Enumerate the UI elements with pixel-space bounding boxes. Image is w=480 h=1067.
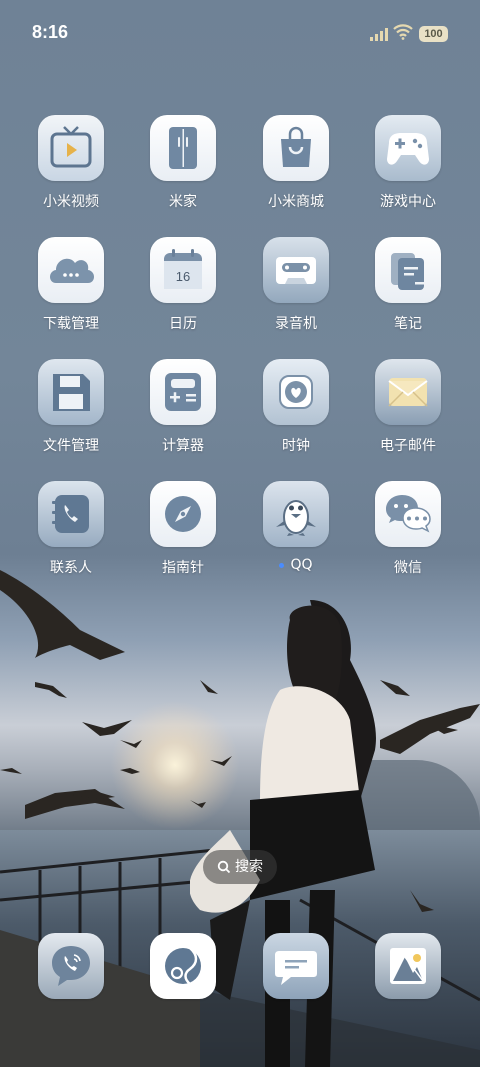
app-compass[interactable]: 指南针: [135, 481, 231, 577]
app-label: 录音机: [275, 316, 317, 332]
app-xiaomi-store[interactable]: 小米商城: [248, 115, 344, 211]
app-contacts[interactable]: 联系人: [23, 481, 119, 577]
compass-icon: [150, 481, 216, 547]
app-label: 米家: [169, 194, 197, 210]
notes-icon: [375, 237, 441, 303]
qq-penguin-icon: [263, 481, 329, 547]
app-label: 电子邮件: [380, 438, 436, 454]
app-qq[interactable]: QQ: [248, 481, 344, 573]
app-label: 文件管理: [43, 438, 99, 454]
app-label: 微信: [394, 560, 422, 576]
dock-messages[interactable]: [248, 933, 344, 999]
app-download-manager[interactable]: 下载管理: [23, 237, 119, 333]
battery-indicator: 100: [419, 26, 448, 42]
app-file-manager[interactable]: 文件管理: [23, 359, 119, 455]
contacts-icon: [38, 481, 104, 547]
dock-browser[interactable]: [135, 933, 231, 999]
cassette-icon: [263, 237, 329, 303]
app-game-center[interactable]: 游戏中心: [360, 115, 456, 211]
fridge-icon: [150, 115, 216, 181]
messages-icon: [263, 933, 329, 999]
new-notification-dot: [279, 562, 285, 568]
floppy-icon: [38, 359, 104, 425]
app-email[interactable]: 电子邮件: [360, 359, 456, 455]
app-clock[interactable]: 时钟: [248, 359, 344, 455]
clock-icon: [263, 359, 329, 425]
wechat-icon: [375, 481, 441, 547]
status-time: 8:16: [32, 22, 69, 42]
app-label: 日历: [169, 316, 197, 332]
app-label: 小米商城: [268, 194, 324, 210]
dock-gallery[interactable]: [360, 933, 456, 999]
search-icon: [217, 860, 231, 874]
app-label: 时钟: [282, 438, 310, 454]
browser-icon: [150, 933, 216, 999]
mail-icon: [375, 359, 441, 425]
calendar-day: 16: [176, 269, 190, 284]
app-notes[interactable]: 笔记: [360, 237, 456, 333]
phone-icon: [38, 933, 104, 999]
cloud-icon: [38, 237, 104, 303]
app-label: 联系人: [50, 560, 92, 576]
app-label: QQ: [248, 557, 344, 573]
app-recorder[interactable]: 录音机: [248, 237, 344, 333]
signal-icon: [370, 28, 388, 41]
app-label: 游戏中心: [380, 194, 436, 210]
app-xiaomi-video[interactable]: 小米视频: [23, 115, 119, 211]
app-label: 小米视频: [43, 194, 99, 210]
search-button[interactable]: 搜索: [203, 850, 277, 884]
app-label: 计算器: [162, 438, 204, 454]
dock-phone[interactable]: [23, 933, 119, 999]
app-mijia[interactable]: 米家: [135, 115, 231, 211]
search-label: 搜索: [235, 859, 263, 875]
gallery-icon: [375, 933, 441, 999]
app-label: 指南针: [162, 560, 204, 576]
app-label: 笔记: [394, 316, 422, 332]
app-calendar[interactable]: 16 日历: [135, 237, 231, 333]
calculator-icon: [150, 359, 216, 425]
status-bar: 8:16 100: [0, 0, 480, 66]
app-label-text: QQ: [290, 557, 313, 573]
tv-icon: [38, 115, 104, 181]
app-wechat[interactable]: 微信: [360, 481, 456, 577]
shopping-bag-icon: [263, 115, 329, 181]
app-calculator[interactable]: 计算器: [135, 359, 231, 455]
wifi-icon: [393, 24, 413, 40]
app-label: 下载管理: [43, 316, 99, 332]
gamepad-icon: [375, 115, 441, 181]
calendar-icon: 16: [150, 237, 216, 303]
